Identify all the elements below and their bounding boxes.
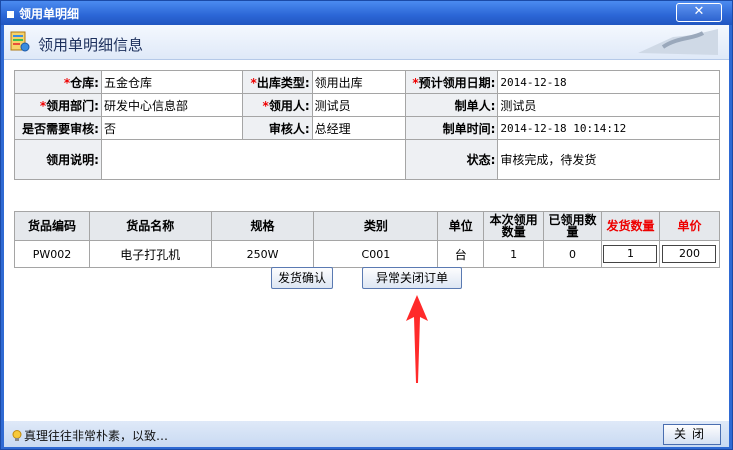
plan-date-value: 2014-12-18 bbox=[497, 70, 720, 94]
out-type-value: 领用出库 bbox=[311, 70, 407, 94]
tip-text: 真理往往非常朴素，以致… bbox=[24, 429, 169, 443]
warehouse-label: *仓库: bbox=[14, 70, 102, 94]
dept-value: 研发中心信息部 bbox=[100, 93, 243, 117]
red-arrow-annotation-icon bbox=[406, 295, 428, 383]
reviewer-value: 总经理 bbox=[311, 116, 407, 140]
cell-price: 200 bbox=[658, 240, 721, 268]
title-bar[interactable]: 领用单明细 ✕ bbox=[1, 1, 732, 25]
confirm-shipment-button[interactable]: 发货确认 bbox=[271, 267, 333, 289]
handshake-decoration-icon bbox=[638, 29, 718, 55]
cell-unit: 台 bbox=[437, 240, 485, 268]
window-close-button[interactable]: ✕ bbox=[676, 3, 722, 22]
goods-header-row: 货品编码 货品名称 规格 类别 单位 本次领用数量 已领用数量 发货数量 单价 bbox=[14, 211, 721, 241]
col-header-name: 货品名称 bbox=[88, 211, 212, 241]
cell-category: C001 bbox=[313, 240, 439, 268]
remark-label: 领用说明: bbox=[14, 139, 102, 180]
goods-table: 货品编码 货品名称 规格 类别 单位 本次领用数量 已领用数量 发货数量 单价 … bbox=[14, 211, 721, 268]
state-label: 状态: bbox=[405, 139, 499, 180]
document-icon bbox=[10, 31, 30, 52]
col-header-done-qty: 已领用数量 bbox=[543, 211, 602, 241]
dept-label: *领用部门: bbox=[14, 93, 102, 117]
plan-date-label: *预计领用日期: bbox=[405, 70, 499, 94]
warehouse-value: 五金仓库 bbox=[100, 70, 243, 94]
col-header-req-qty: 本次领用数量 bbox=[483, 211, 545, 241]
section-header: 领用单明细信息 bbox=[4, 25, 729, 60]
reviewer-label: 审核人: bbox=[241, 116, 313, 140]
window-title: 领用单明细 bbox=[19, 7, 80, 21]
abnormal-close-order-button[interactable]: 异常关闭订单 bbox=[362, 267, 462, 289]
cell-spec: 250W bbox=[210, 240, 315, 268]
cell-ship-qty: 1 bbox=[600, 240, 660, 268]
need-review-value: 否 bbox=[100, 116, 243, 140]
user-label: *领用人: bbox=[241, 93, 313, 117]
content-panel: 领用单明细信息 *仓库: 五金仓库 *出库类型: 领用出库 *预计领用日期: 2… bbox=[4, 25, 729, 421]
make-time-label: 制单时间: bbox=[405, 116, 499, 140]
cell-code: PW002 bbox=[14, 240, 90, 268]
dialog-window: 领用单明细 ✕ 领用单明细信息 *仓库: 五金仓库 *出库类型: 领用出库 *预… bbox=[0, 0, 733, 450]
tip-text-wrap: 真理往往非常朴素，以致… bbox=[12, 427, 168, 444]
lightbulb-icon bbox=[12, 430, 22, 441]
state-value: 审核完成，待发货 bbox=[497, 139, 720, 180]
ship-qty-input[interactable]: 1 bbox=[603, 245, 658, 263]
need-review-label: 是否需要审核: bbox=[14, 116, 102, 140]
make-time-value: 2014-12-18 10:14:12 bbox=[497, 116, 720, 140]
col-header-spec: 规格 bbox=[210, 211, 315, 241]
col-header-code: 货品编码 bbox=[14, 211, 90, 241]
user-value: 测试员 bbox=[311, 93, 407, 117]
page-title: 领用单明细信息 bbox=[38, 36, 144, 54]
cell-req-qty: 1 bbox=[483, 240, 545, 268]
col-header-ship-qty: 发货数量 bbox=[600, 211, 660, 241]
close-button[interactable]: 关闭 bbox=[663, 424, 721, 445]
window-title-wrap: 领用单明细 bbox=[7, 5, 79, 22]
maker-value: 测试员 bbox=[497, 93, 720, 117]
remark-value bbox=[100, 139, 407, 180]
price-input[interactable]: 200 bbox=[662, 245, 717, 263]
window-icon bbox=[7, 11, 14, 18]
status-bar: 真理往往非常朴素，以致… 关闭 bbox=[4, 421, 729, 447]
cell-name: 电子打孔机 bbox=[88, 240, 212, 268]
out-type-label: *出库类型: bbox=[241, 70, 313, 94]
maker-label: 制单人: bbox=[405, 93, 499, 117]
table-row: PW002 电子打孔机 250W C001 台 1 0 1 200 bbox=[14, 240, 721, 268]
col-header-category: 类别 bbox=[313, 211, 439, 241]
cell-done-qty: 0 bbox=[543, 240, 602, 268]
col-header-unit: 单位 bbox=[437, 211, 485, 241]
order-info-table: *仓库: 五金仓库 *出库类型: 领用出库 *预计领用日期: 2014-12-1… bbox=[14, 70, 720, 180]
col-header-price: 单价 bbox=[658, 211, 721, 241]
